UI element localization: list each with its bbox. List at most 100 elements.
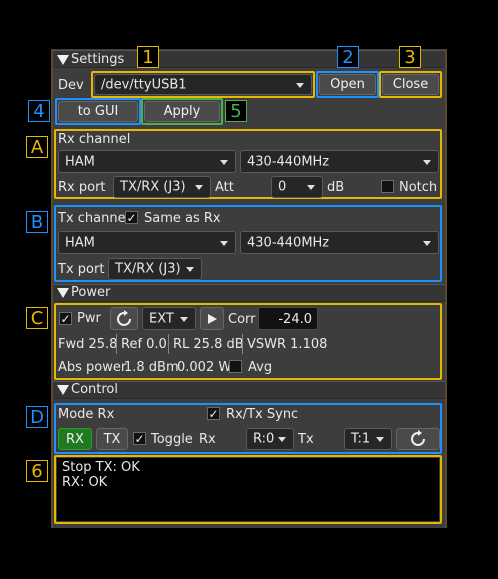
rx-range-value: 430-440MHz <box>247 154 330 169</box>
tag-2: 2 <box>337 46 359 68</box>
ext-value: EXT <box>149 311 174 326</box>
power-header[interactable] <box>53 284 445 302</box>
same-as-rx-label: Same as Rx <box>144 211 221 226</box>
apply-button[interactable]: Apply <box>144 101 220 122</box>
tx-port-select[interactable]: TX/RX (J3) <box>108 258 202 280</box>
chevron-down-icon <box>376 437 384 442</box>
abs-power-w: 0.002 W <box>177 360 232 375</box>
control-title: Control <box>71 382 118 397</box>
chevron-down-icon <box>278 437 286 442</box>
tag-5: 5 <box>225 100 247 122</box>
tx-port-value: TX/RX (J3) <box>115 261 181 277</box>
rx-channel-title: Rx channel <box>58 132 131 147</box>
toggle-label: Toggle <box>151 432 193 447</box>
rl-readout: RL 25.8 dB <box>173 337 244 352</box>
pwr-checkbox[interactable]: ✓ <box>59 312 72 325</box>
refresh-icon <box>117 309 131 326</box>
ext-select[interactable]: EXT <box>142 307 196 330</box>
tx-index-select[interactable]: T:1 <box>344 428 392 450</box>
corr-value: -24.0 <box>278 312 312 327</box>
rx-range-select[interactable]: 430-440MHz <box>240 150 439 173</box>
rx-index-select[interactable]: R:0 <box>246 428 294 450</box>
rx-port-select[interactable]: TX/RX (J3) <box>113 176 211 198</box>
ref-readout: Ref 0.0 <box>121 337 167 352</box>
refresh-button[interactable] <box>396 428 440 450</box>
att-unit: dB <box>327 180 345 195</box>
tx-select-label: Tx <box>298 432 314 447</box>
chevron-down-icon <box>180 316 188 322</box>
tx-range-select[interactable]: 430-440MHz <box>240 231 439 254</box>
dev-label: Dev <box>58 78 84 93</box>
corr-input[interactable]: -24.0 <box>258 307 318 330</box>
log-line: RX: OK <box>62 475 108 490</box>
log-line: Stop TX: OK <box>62 460 140 475</box>
tx-channel-title: Tx channel <box>58 211 130 226</box>
rxtx-sync-checkbox[interactable]: ✓ <box>207 407 220 420</box>
corr-label: Corr <box>228 312 256 327</box>
mode-readout: Mode Rx <box>58 407 115 422</box>
tag-1: 1 <box>137 46 159 68</box>
tag-6: 6 <box>26 460 48 482</box>
avg-checkbox[interactable] <box>229 360 242 373</box>
tx-index-value: T:1 <box>351 431 371 447</box>
rx-port-label: Rx port <box>58 180 106 195</box>
device-select[interactable]: /dev/ttyUSB1 <box>94 74 312 95</box>
rx-port-value: TX/RX (J3) <box>120 179 186 195</box>
collapse-triangle-icon[interactable] <box>57 385 69 395</box>
att-label: Att <box>215 180 234 195</box>
tag-C: C <box>26 307 48 329</box>
tag-4: 4 <box>28 100 50 122</box>
abs-power-dbm: 1.8 dBm <box>124 360 179 375</box>
separator <box>168 334 169 354</box>
notch-label: Notch <box>399 180 438 195</box>
chevron-down-icon <box>296 82 304 88</box>
chevron-down-icon <box>423 240 431 246</box>
chevron-down-icon <box>423 159 431 165</box>
avg-label: Avg <box>248 360 273 375</box>
rx-select-label: Rx <box>199 432 216 447</box>
settings-title: Settings <box>71 52 125 67</box>
play-icon <box>208 313 217 324</box>
tx-port-label: Tx port <box>58 262 105 277</box>
rx-index-value: R:0 <box>253 431 275 447</box>
same-as-rx-checkbox[interactable]: ✓ <box>125 211 138 224</box>
tx-band-value: HAM <box>65 235 95 250</box>
separator <box>116 334 117 354</box>
notch-checkbox[interactable] <box>381 180 394 193</box>
power-title: Power <box>71 285 111 300</box>
collapse-triangle-icon[interactable] <box>57 55 69 65</box>
tx-button[interactable]: TX <box>96 428 128 450</box>
open-button[interactable]: Open <box>319 74 376 95</box>
att-select[interactable]: 0 <box>271 176 323 198</box>
pwr-label: Pwr <box>77 311 101 326</box>
close-button[interactable]: Close <box>382 74 439 95</box>
rx-band-select[interactable]: HAM <box>58 150 236 173</box>
chevron-down-icon <box>220 159 228 165</box>
chevron-down-icon <box>220 240 228 246</box>
log-textbox[interactable]: Stop TX: OK RX: OK <box>57 458 439 521</box>
rx-band-value: HAM <box>65 154 95 169</box>
chevron-down-icon <box>186 267 194 272</box>
reset-power-button[interactable] <box>110 307 138 330</box>
tx-band-select[interactable]: HAM <box>58 231 236 254</box>
abs-power-label: Abs power <box>58 360 127 375</box>
chevron-down-icon <box>195 185 203 190</box>
to-gui-button[interactable]: to GUI <box>58 101 138 122</box>
chevron-down-icon <box>307 185 315 190</box>
tag-3: 3 <box>399 46 421 68</box>
vswr-readout: VSWR 1.108 <box>247 337 328 352</box>
tx-range-value: 430-440MHz <box>247 235 330 250</box>
run-button[interactable] <box>200 307 224 330</box>
rx-button[interactable]: RX <box>58 428 92 450</box>
tag-B: B <box>26 211 48 233</box>
collapse-triangle-icon[interactable] <box>57 288 69 298</box>
att-value: 0 <box>278 179 287 195</box>
toggle-checkbox[interactable]: ✓ <box>133 432 146 445</box>
separator <box>242 334 243 354</box>
fwd-readout: Fwd 25.8 <box>58 337 118 352</box>
device-value: /dev/ttyUSB1 <box>101 77 187 92</box>
rxtx-sync-label: Rx/Tx Sync <box>226 407 299 422</box>
tag-A: A <box>26 136 48 158</box>
tag-D: D <box>26 406 48 428</box>
refresh-icon <box>411 430 425 446</box>
